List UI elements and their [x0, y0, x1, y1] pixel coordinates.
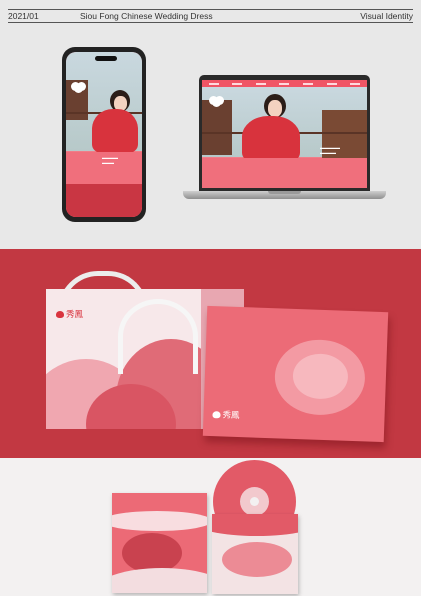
gift-box: 秀鳳 [202, 305, 389, 443]
phone-notch [95, 56, 117, 61]
project-year-code: 2021/01 [8, 11, 39, 21]
cd-packaging-panel [0, 458, 421, 596]
project-category: Visual Identity [360, 11, 413, 21]
portfolio-page: 2021/01 Siou Fong Chinese Wedding Dress … [0, 0, 421, 596]
nav-item[interactable] [255, 82, 266, 85]
laptop-base [183, 191, 386, 199]
phone-red-dress-section [66, 184, 142, 217]
bag-logo: 秀鳳 [56, 308, 83, 320]
nav-item[interactable] [279, 82, 290, 85]
peony-logo-icon [212, 98, 221, 107]
peony-logo-icon [212, 411, 221, 419]
laptop-mockup: ▬▬▬▬▬ ▬▬▬▬ [199, 75, 370, 191]
laptop-pink-wave-section [202, 158, 367, 188]
box-brand-name: 秀鳳 [222, 410, 240, 422]
phone-body-text: ▬▬▬▬ ▬▬▬ [102, 155, 118, 165]
laptop-photo-pavilion [202, 100, 232, 155]
cd-sleeve-pink [112, 493, 207, 593]
device-mockup-panel: 2021/01 Siou Fong Chinese Wedding Dress … [0, 0, 421, 249]
laptop-photo-model-face [268, 100, 282, 117]
nav-item[interactable] [232, 82, 243, 85]
nav-item[interactable] [350, 82, 361, 85]
nav-item[interactable] [208, 82, 219, 85]
sleeve-wave-pattern [222, 542, 292, 577]
nav-item[interactable] [326, 82, 337, 85]
laptop-photo-model-dress [242, 116, 300, 162]
peony-logo-icon [74, 84, 83, 93]
cd-disc-hole [250, 497, 259, 506]
header-bar: 2021/01 Siou Fong Chinese Wedding Dress … [8, 9, 413, 23]
peony-logo-icon [56, 311, 64, 318]
sleeve-phoenix-pattern [122, 533, 182, 573]
sleeve-wave-pattern [112, 568, 207, 593]
phone-mockup: ▬▬▬▬ ▬▬▬ [62, 47, 146, 222]
project-title: Siou Fong Chinese Wedding Dress [80, 11, 213, 21]
packaging-panel: 秀鳳 秀鳳 [0, 249, 421, 458]
sleeve-cloud-pattern [112, 511, 207, 531]
bag-handle-front [118, 299, 198, 374]
phone-photo-model-dress [92, 109, 138, 153]
sleeve-top-band [212, 514, 298, 536]
phone-screen: ▬▬▬▬ ▬▬▬ [66, 52, 142, 217]
box-logo: 秀鳳 [212, 408, 240, 422]
laptop-body-text: ▬▬▬▬▬ ▬▬▬▬ [320, 145, 340, 155]
nav-item[interactable] [303, 82, 314, 85]
bag-brand-name: 秀鳳 [66, 310, 84, 320]
laptop-screen: ▬▬▬▬▬ ▬▬▬▬ [202, 80, 367, 188]
website-nav-bar [202, 80, 367, 87]
cd-sleeve-light [212, 514, 298, 594]
